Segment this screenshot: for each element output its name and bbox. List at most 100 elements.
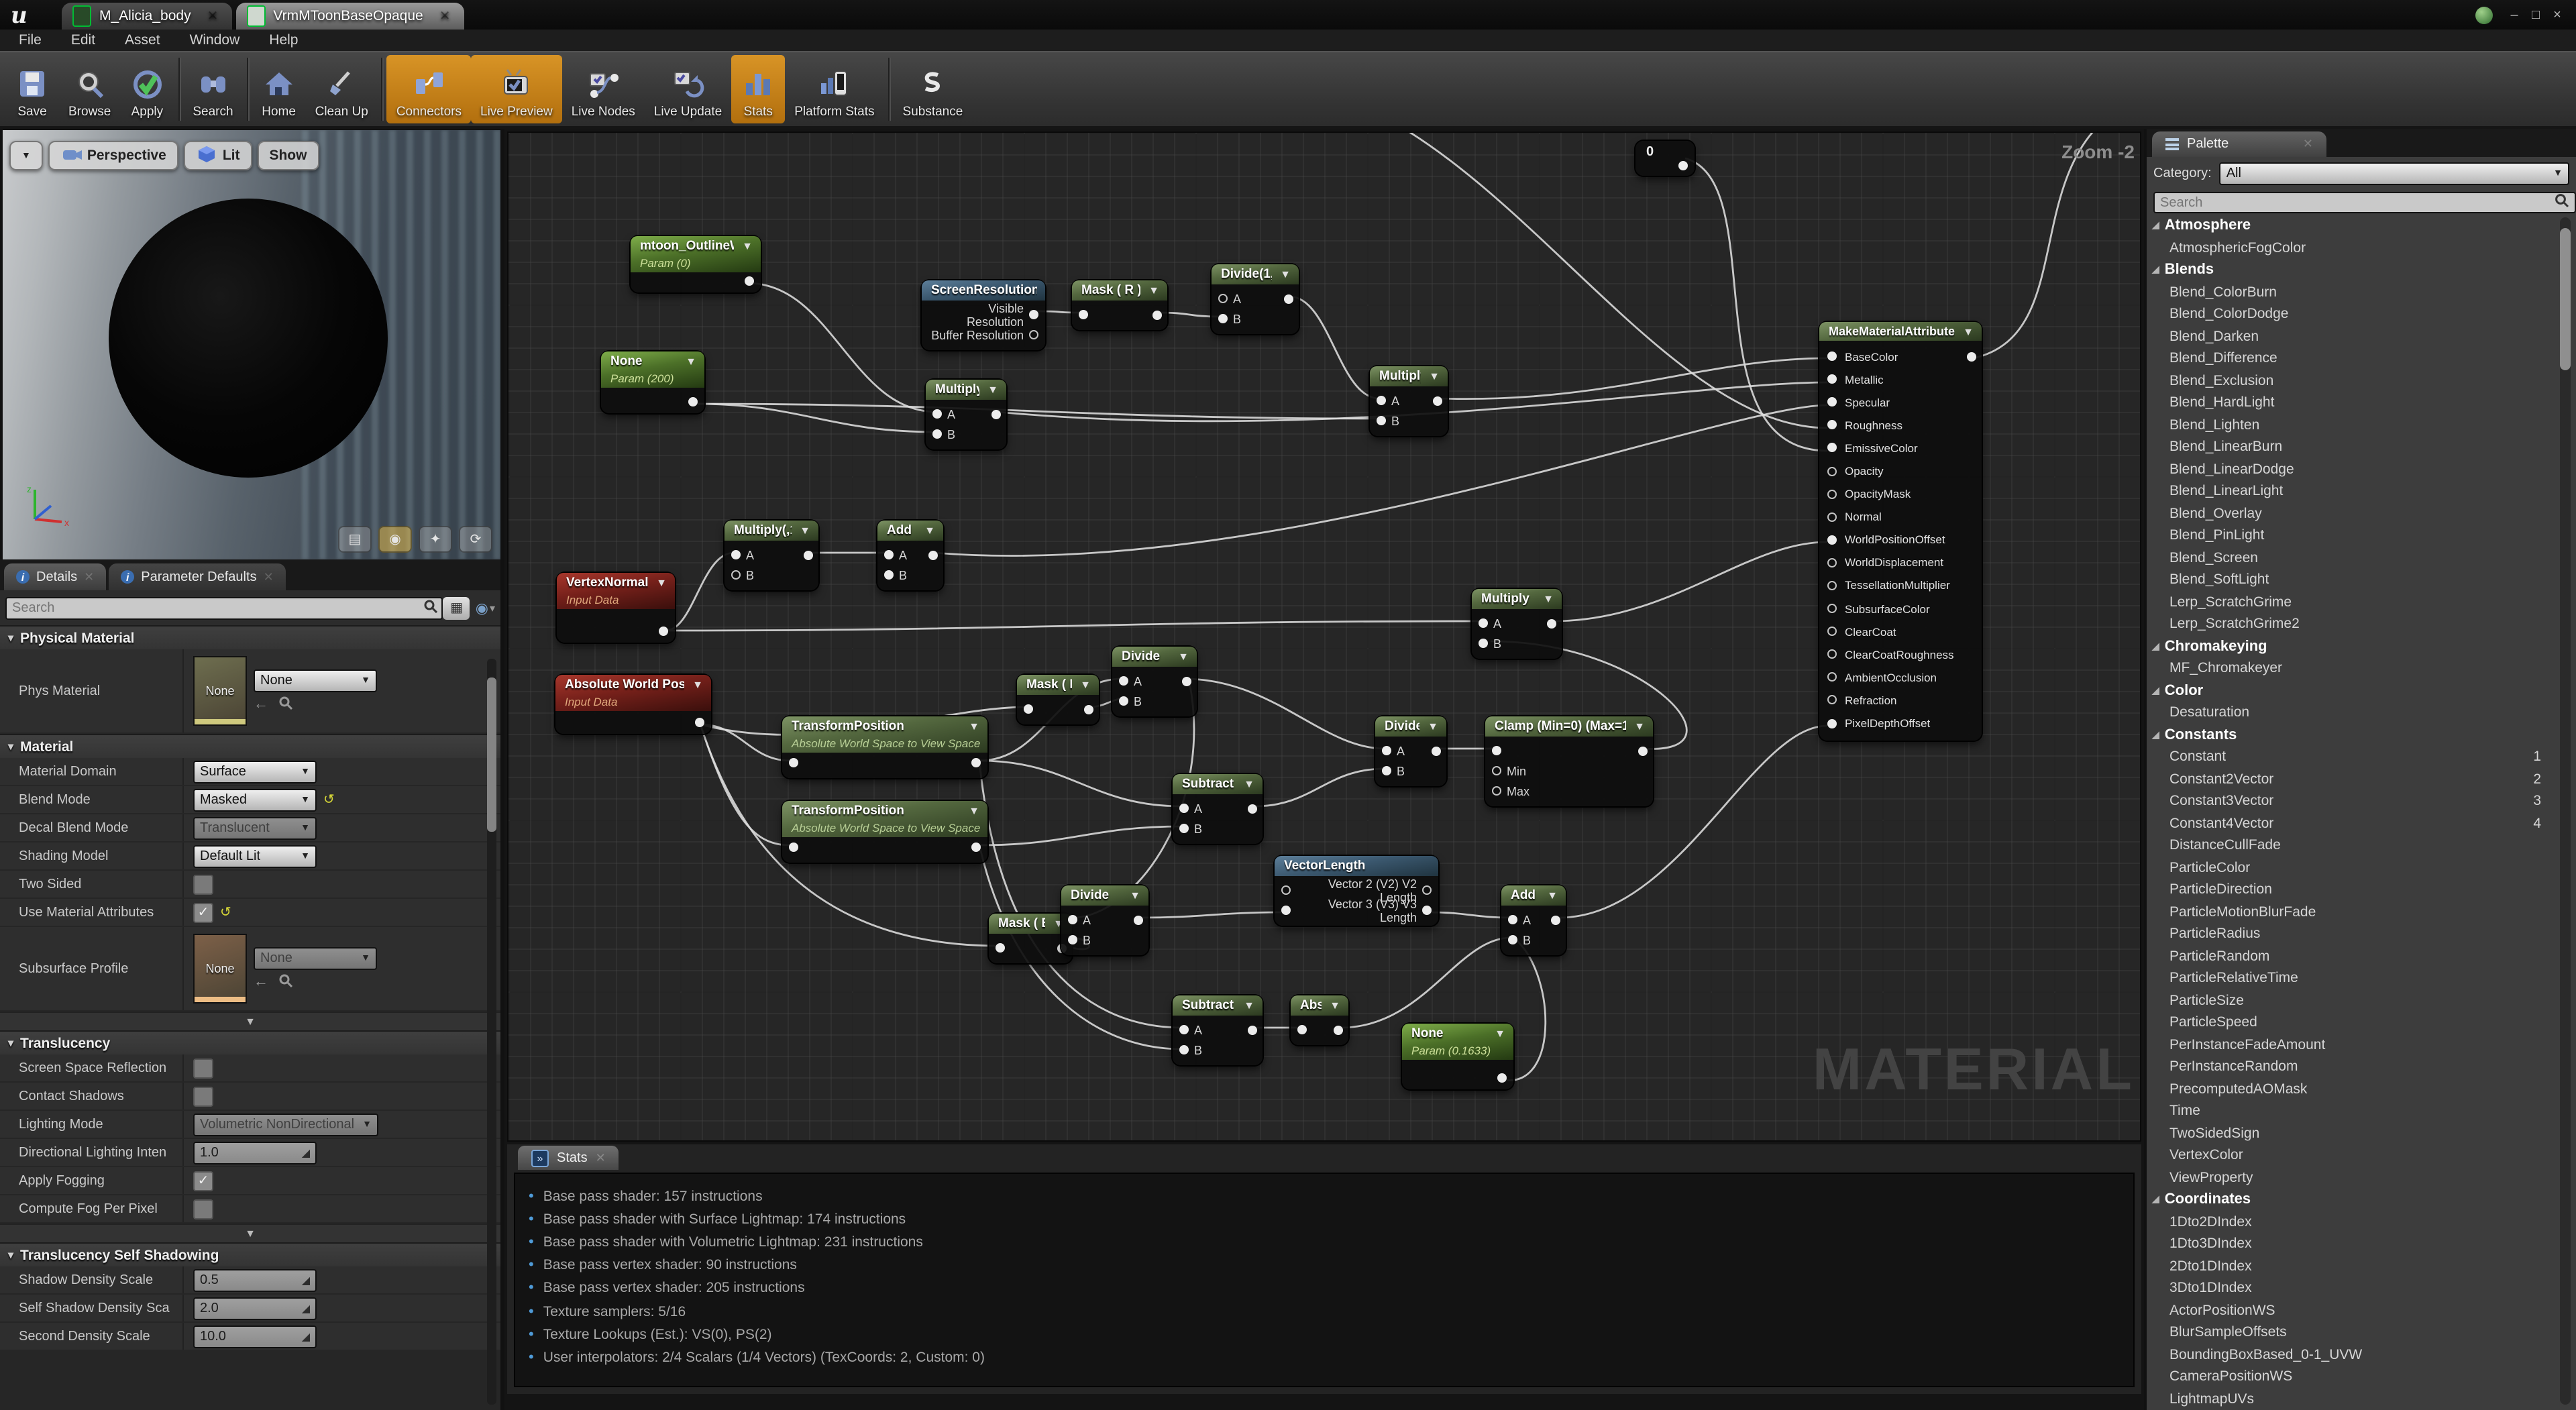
- tab-palette[interactable]: Palette ✕: [2152, 131, 2326, 157]
- reset-to-default-icon[interactable]: ↺: [323, 792, 335, 807]
- node-divide-right[interactable]: Divide▼AB: [1375, 716, 1446, 786]
- pin-connected[interactable]: [1508, 915, 1517, 924]
- palette-item[interactable]: Blend_Screen: [2147, 547, 2557, 569]
- visibility-filter-button[interactable]: ◉▾: [476, 599, 495, 616]
- pin-unconnected[interactable]: [1827, 673, 1837, 682]
- node-vector-length[interactable]: VectorLengthVector 2 (V2) V2 LengthVecto…: [1275, 856, 1438, 926]
- close-icon[interactable]: ✕: [207, 9, 219, 23]
- pin-connected[interactable]: [1297, 1025, 1307, 1034]
- palette-item[interactable]: Blend_LinearDodge: [2147, 458, 2557, 480]
- palette-item[interactable]: Desaturation: [2147, 702, 2557, 724]
- node-mask-r[interactable]: Mask ( R )▼: [1072, 280, 1167, 330]
- viewport-quick-button-0[interactable]: ▤: [338, 526, 372, 553]
- pin-connected[interactable]: [1119, 676, 1128, 686]
- palette-search-input[interactable]: [2153, 192, 2576, 213]
- palette-item[interactable]: Blend_LinearLight: [2147, 480, 2557, 502]
- pin-output[interactable]: [1638, 746, 1648, 755]
- palette-item[interactable]: ParticleRelativeTime: [2147, 967, 2557, 989]
- node-make-material-attributes[interactable]: MakeMaterialAttributes▼BaseColorMetallic…: [1819, 322, 1982, 740]
- palette-item[interactable]: Blend_LinearBurn: [2147, 436, 2557, 458]
- checkbox-compute-fog-per-pixel[interactable]: ✓: [193, 1199, 213, 1219]
- palette-item[interactable]: ParticleRandom: [2147, 945, 2557, 967]
- pin-connected[interactable]: [1508, 935, 1517, 944]
- palette-item[interactable]: ActorPositionWS: [2147, 1299, 2557, 1321]
- preview-viewport[interactable]: ▼PerspectiveLitShow z x ▤◉✦⟳: [3, 130, 500, 559]
- palette-item[interactable]: DistanceCullFade: [2147, 834, 2557, 857]
- palette-item[interactable]: Blend_Exclusion: [2147, 370, 2557, 392]
- clean-up-button[interactable]: Clean Up: [306, 55, 378, 123]
- pin-unconnected[interactable]: [1218, 294, 1228, 303]
- pin-connected[interactable]: [1827, 535, 1837, 545]
- palette-item[interactable]: ParticleMotionBlurFade: [2147, 901, 2557, 923]
- pin-output[interactable]: [928, 550, 938, 559]
- pin-output[interactable]: [1084, 704, 1093, 714]
- pin-connected[interactable]: [1079, 310, 1088, 319]
- pin-output[interactable]: [1547, 618, 1556, 628]
- pin-output[interactable]: [1432, 746, 1441, 755]
- palette-item[interactable]: Blend_ColorBurn: [2147, 281, 2557, 303]
- node-clamp[interactable]: Clamp (Min=0) (Max=10)▼MinMax: [1485, 716, 1653, 806]
- dropdown-material-domain[interactable]: Surface▼: [193, 760, 317, 783]
- pin-unconnected[interactable]: [1492, 786, 1501, 796]
- palette-item[interactable]: AtmosphericFogColor: [2147, 237, 2557, 259]
- palette-item[interactable]: Blend_PinLight: [2147, 525, 2557, 547]
- pin-connected[interactable]: [1218, 314, 1228, 323]
- palette-item[interactable]: 1Dto2DIndex: [2147, 1211, 2557, 1233]
- palette-item[interactable]: Blend_Difference: [2147, 347, 2557, 370]
- node-vertex-normal-ws[interactable]: VertexNormalWS▼Input Data: [557, 573, 675, 643]
- save-button[interactable]: Save: [5, 55, 59, 123]
- menu-asset[interactable]: Asset: [125, 32, 160, 48]
- palette-category-blends[interactable]: ◢Blends: [2147, 259, 2557, 281]
- pin-output[interactable]: [1551, 915, 1560, 924]
- checkbox-contact-shadows[interactable]: ✓: [193, 1086, 213, 1106]
- menu-help[interactable]: Help: [269, 32, 298, 48]
- node-add-lower[interactable]: Add▼AB: [1501, 885, 1566, 955]
- pin-unconnected[interactable]: [1827, 466, 1837, 476]
- numeric-field-shadow-density-scale[interactable]: 0.5◢: [193, 1268, 317, 1291]
- tab-parameter-defaults[interactable]: iParameter Defaults✕: [109, 563, 285, 590]
- pin-connected[interactable]: [731, 550, 741, 559]
- palette-category-constants[interactable]: ◢Constants: [2147, 724, 2557, 746]
- platform-stats-button[interactable]: Platform Stats: [785, 55, 883, 123]
- node-subtract-mid[interactable]: Subtract▼AB: [1173, 774, 1263, 844]
- node-screen-resolution[interactable]: ScreenResolutionVisible ResolutionBuffer…: [922, 280, 1045, 350]
- dropdown-shading-model[interactable]: Default Lit▼: [193, 845, 317, 867]
- material-preview-sphere[interactable]: [109, 199, 388, 478]
- pin-output[interactable]: [1248, 804, 1257, 813]
- pin-unconnected[interactable]: [1827, 489, 1837, 498]
- palette-item[interactable]: ViewProperty: [2147, 1167, 2557, 1189]
- node-multiply-right[interactable]: Multiply▼AB: [1472, 589, 1562, 659]
- pin-output[interactable]: [804, 550, 813, 559]
- pin-connected[interactable]: [884, 570, 894, 580]
- live-preview-button[interactable]: Live Preview: [471, 55, 562, 123]
- close-icon[interactable]: ✕: [596, 1150, 606, 1165]
- pin-connected[interactable]: [1497, 1073, 1507, 1083]
- pin-unconnected[interactable]: [1827, 696, 1837, 705]
- pin-connected[interactable]: [695, 718, 704, 727]
- home-button[interactable]: Home: [252, 55, 306, 123]
- palette-item[interactable]: PrecomputedAOMask: [2147, 1078, 2557, 1100]
- node-mask-b-lower[interactable]: Mask ( B )▼: [989, 914, 1072, 963]
- pin-connected[interactable]: [1827, 397, 1837, 406]
- pin-unconnected[interactable]: [1281, 885, 1291, 895]
- palette-category-atmosphere[interactable]: ◢Atmosphere: [2147, 215, 2557, 237]
- palette-item[interactable]: BoundingBoxBased_0-1_UVW: [2147, 1344, 2557, 1366]
- viewport-options-dropdown[interactable]: ▼: [9, 141, 43, 170]
- palette-item[interactable]: Constant2Vector2: [2147, 768, 2557, 790]
- pin-connected[interactable]: [1827, 351, 1837, 361]
- pin-connected[interactable]: [884, 550, 894, 559]
- menu-window[interactable]: Window: [190, 32, 240, 48]
- palette-item[interactable]: ParticleColor: [2147, 857, 2557, 879]
- viewport-quick-button-3[interactable]: ⟳: [459, 526, 492, 553]
- section-expander[interactable]: ▼: [0, 1224, 500, 1242]
- pin-connected[interactable]: [1029, 310, 1038, 319]
- browse-to-asset-icon[interactable]: [279, 973, 292, 991]
- node-param-none-0-1633[interactable]: None▼Param (0.1633): [1402, 1024, 1513, 1089]
- asset-dropdown[interactable]: None▼: [254, 669, 377, 692]
- apply-button[interactable]: Apply: [120, 55, 174, 123]
- palette-item[interactable]: TwoSidedSign: [2147, 1122, 2557, 1144]
- numeric-field-second-density-scale[interactable]: 10.0◢: [193, 1325, 317, 1348]
- menu-edit[interactable]: Edit: [71, 32, 95, 48]
- close-icon[interactable]: ✕: [2303, 137, 2313, 152]
- node-divide-lower[interactable]: Divide▼AB: [1061, 885, 1148, 955]
